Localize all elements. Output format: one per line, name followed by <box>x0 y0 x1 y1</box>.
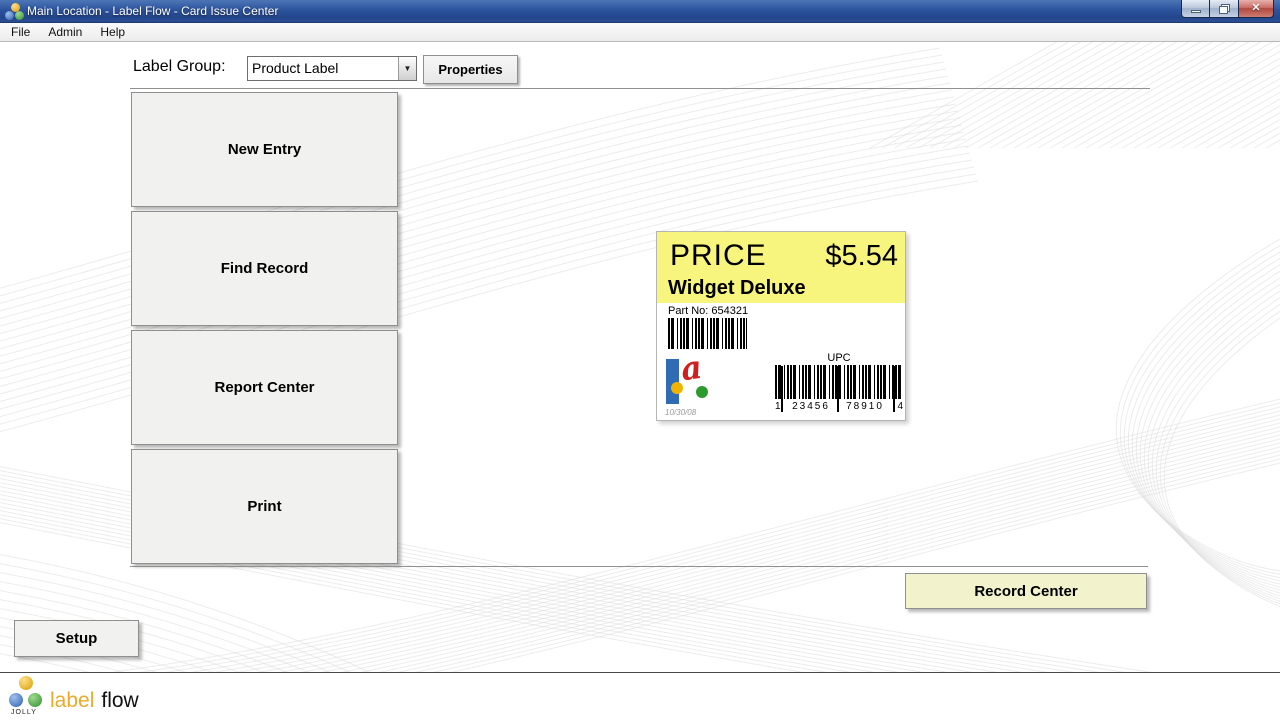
title-bar: Main Location - Label Flow - Card Issue … <box>0 0 1280 23</box>
menu-item-admin[interactable]: Admin <box>39 23 91 41</box>
separator-line-bottom <box>130 566 1148 567</box>
upc-heading: UPC <box>775 352 903 364</box>
new-entry-button[interactable]: New Entry <box>131 92 398 207</box>
app-logo-icon <box>4 3 22 20</box>
brand-flow-word: flow <box>101 689 138 712</box>
separator-line-top <box>130 88 1150 89</box>
combo-dropdown-button[interactable]: ▼ <box>398 57 416 80</box>
price-value: $5.54 <box>825 240 898 273</box>
window-controls: ✕ <box>1181 0 1274 18</box>
jolly-logo-icon: JOLLY <box>8 674 50 718</box>
setup-button[interactable]: Setup <box>14 620 139 657</box>
sample-company-logo-icon: a <box>664 359 720 406</box>
part-number: Part No: 654321 <box>668 305 748 317</box>
find-record-button[interactable]: Find Record <box>131 211 398 326</box>
minimize-icon <box>1191 10 1201 13</box>
menu-item-file[interactable]: File <box>2 23 39 41</box>
date-stamp: 10/30/08 <box>665 408 696 417</box>
print-button[interactable]: Print <box>131 449 398 564</box>
minimize-button[interactable] <box>1181 0 1210 18</box>
product-name: Widget Deluxe <box>668 277 806 300</box>
upc-block: UPC 1 23456 78910 4 <box>775 352 903 414</box>
window-title: Main Location - Label Flow - Card Issue … <box>27 4 278 18</box>
product-wordmark: label flow <box>50 689 139 713</box>
part-number-barcode <box>668 318 747 349</box>
main-content: Label Group: Product Label ▼ Properties … <box>0 42 1280 672</box>
upc-barcode <box>775 365 903 399</box>
upc-guard-bar <box>837 366 839 412</box>
upc-guard-bar <box>893 366 895 412</box>
restore-icon <box>1219 4 1230 14</box>
menu-bar: File Admin Help <box>0 23 1280 42</box>
report-center-button[interactable]: Report Center <box>131 330 398 445</box>
combo-selected-value: Product Label <box>248 57 398 80</box>
menu-item-help[interactable]: Help <box>91 23 134 41</box>
footer: JOLLY label flow <box>0 673 1280 720</box>
close-button[interactable]: ✕ <box>1239 0 1274 18</box>
label-group-label: Label Group: <box>133 58 226 76</box>
label-group-combobox[interactable]: Product Label ▼ <box>247 56 417 81</box>
jolly-wordmark: JOLLY <box>11 709 37 716</box>
brand-label-word: label <box>50 689 94 712</box>
properties-button[interactable]: Properties <box>423 55 518 84</box>
restore-button[interactable] <box>1210 0 1239 18</box>
app-window: Main Location - Label Flow - Card Issue … <box>0 0 1280 720</box>
close-icon: ✕ <box>1251 3 1260 14</box>
logo-script-letter: a <box>678 348 704 389</box>
label-preview-card: PRICE $5.54 Widget Deluxe Part No: 65432… <box>656 231 906 421</box>
upc-guard-bar <box>781 366 783 412</box>
record-center-button[interactable]: Record Center <box>905 573 1147 609</box>
chevron-down-icon: ▼ <box>404 64 412 73</box>
price-label: PRICE <box>670 239 767 273</box>
